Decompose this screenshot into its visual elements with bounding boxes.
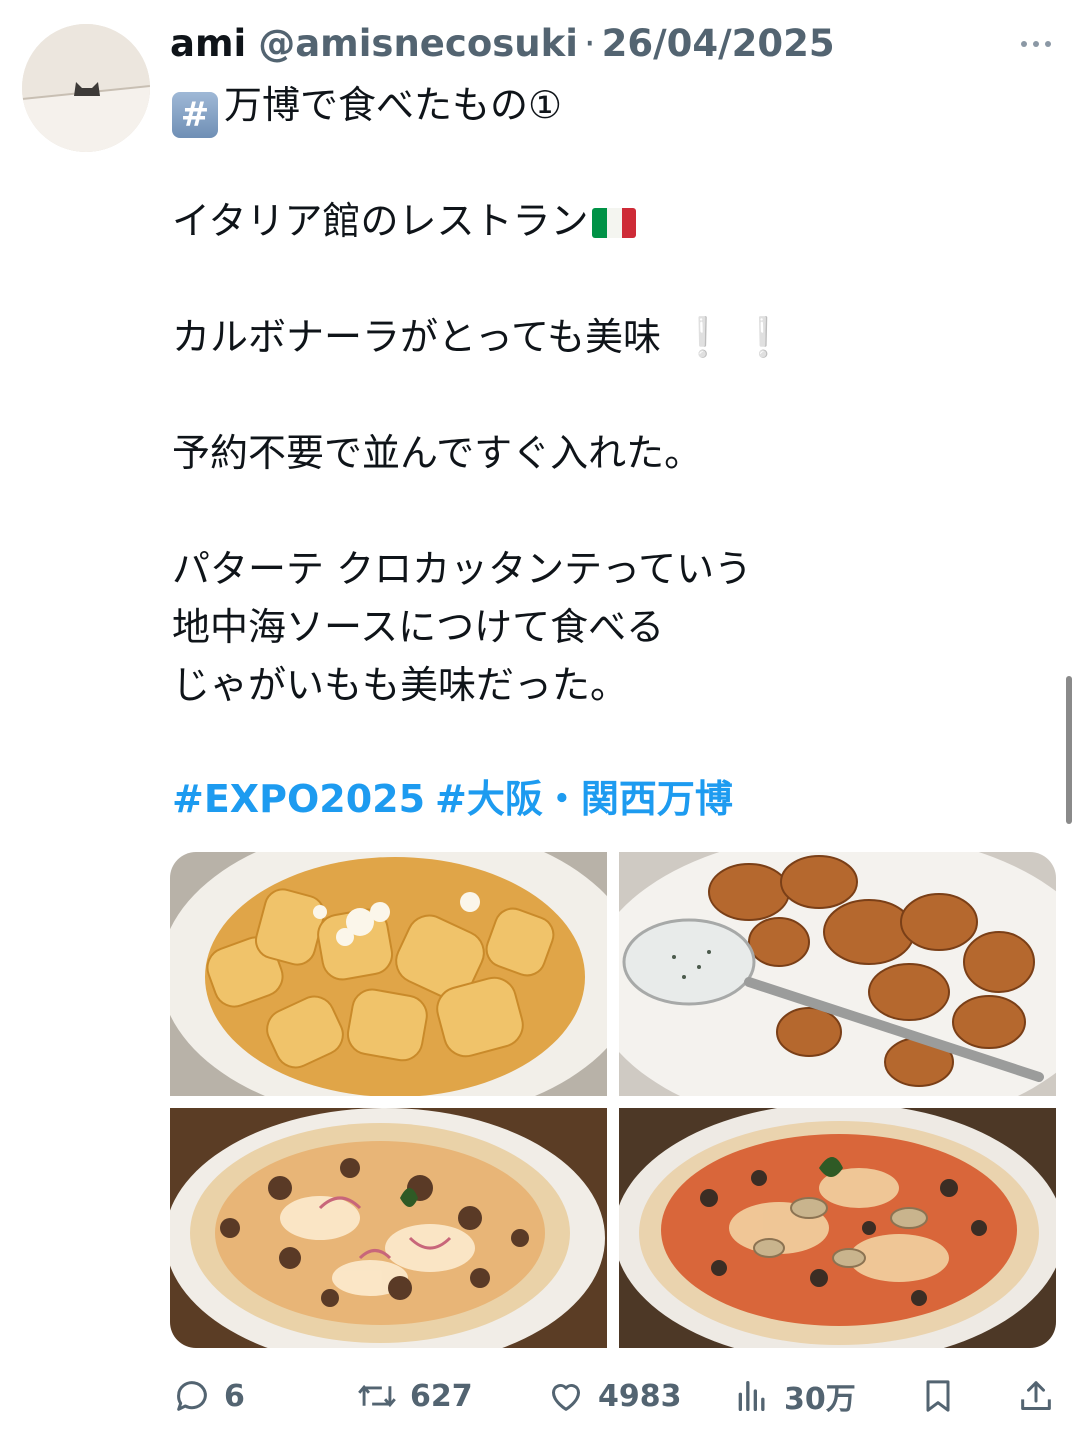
text-line-2: イタリア館のレストラン xyxy=(172,199,589,243)
text-line-5: パターテ クロカッタンテっていう xyxy=(172,547,753,591)
views-button[interactable]: 30万 xyxy=(732,1366,856,1426)
scrollbar[interactable] xyxy=(1066,676,1072,824)
tweet-header: ami @amisnecosuki · 26/04/2025 xyxy=(170,18,835,70)
heart-icon xyxy=(552,1384,580,1411)
tweet-date[interactable]: 26/04/2025 xyxy=(602,18,835,70)
reply-count: 6 xyxy=(224,1378,245,1414)
text-line-6: 地中海ソースにつけて食べる xyxy=(172,605,665,649)
reply-icon xyxy=(177,1381,207,1411)
hashtag-link[interactable]: #大阪・関西万博 xyxy=(435,777,733,821)
exclamation-icon: ❕ ❕ xyxy=(679,315,787,359)
bookmark-icon xyxy=(926,1380,950,1412)
header-separator: · xyxy=(583,22,596,65)
author-handle[interactable]: @amisnecosuki xyxy=(258,18,578,70)
text-line-3: カルボナーラがとっても美味 xyxy=(172,315,662,359)
rigatoni-carbonara-photo-icon xyxy=(170,852,607,1096)
media-photo-1[interactable] xyxy=(170,852,607,1096)
bookmark-button[interactable] xyxy=(918,1366,958,1426)
avatar[interactable] xyxy=(22,24,150,152)
media-photo-2[interactable] xyxy=(619,852,1056,1096)
cat-avatar-icon xyxy=(22,24,150,152)
repost-count: 627 xyxy=(410,1378,473,1414)
media-photo-4[interactable] xyxy=(619,1108,1056,1348)
hashtag-link[interactable]: #EXPO2025 xyxy=(172,777,425,821)
like-button[interactable]: 4983 xyxy=(546,1366,682,1426)
keycap-hash-icon: # xyxy=(172,92,218,138)
reply-button[interactable]: 6 xyxy=(172,1366,245,1426)
analytics-icon xyxy=(738,1381,765,1411)
like-count: 4983 xyxy=(598,1378,682,1414)
hashtags: #EXPO2025 #大阪・関西万博 xyxy=(172,770,743,828)
mushroom-pizza-photo-icon xyxy=(619,1108,1056,1348)
roast-potatoes-photo-icon xyxy=(619,852,1056,1096)
view-count: 30万 xyxy=(784,1382,856,1417)
more-options-icon[interactable] xyxy=(1012,30,1060,58)
italy-flag-icon xyxy=(592,208,637,238)
media-grid xyxy=(170,852,1056,1348)
action-bar: 6 627 4983 30万 xyxy=(170,1366,1060,1426)
sausage-pizza-photo-icon xyxy=(170,1108,607,1348)
repost-icon xyxy=(358,1384,396,1408)
repost-button[interactable]: 627 xyxy=(356,1366,473,1426)
share-button[interactable] xyxy=(1016,1366,1056,1426)
author-name[interactable]: ami xyxy=(170,18,246,70)
tweet-text: # 万博で食べたもの① イタリア館のレストラン カルボナーラがとっても美味 ❕ ❕ … xyxy=(172,76,1032,714)
media-photo-3[interactable] xyxy=(170,1108,607,1348)
text-line-4: 予約不要で並んですぐ入れた。 xyxy=(172,431,703,475)
text-line-1: 万博で食べたもの① xyxy=(224,83,563,127)
share-icon xyxy=(1021,1381,1051,1410)
text-line-7: じゃがいもも美味だった。 xyxy=(172,663,629,707)
